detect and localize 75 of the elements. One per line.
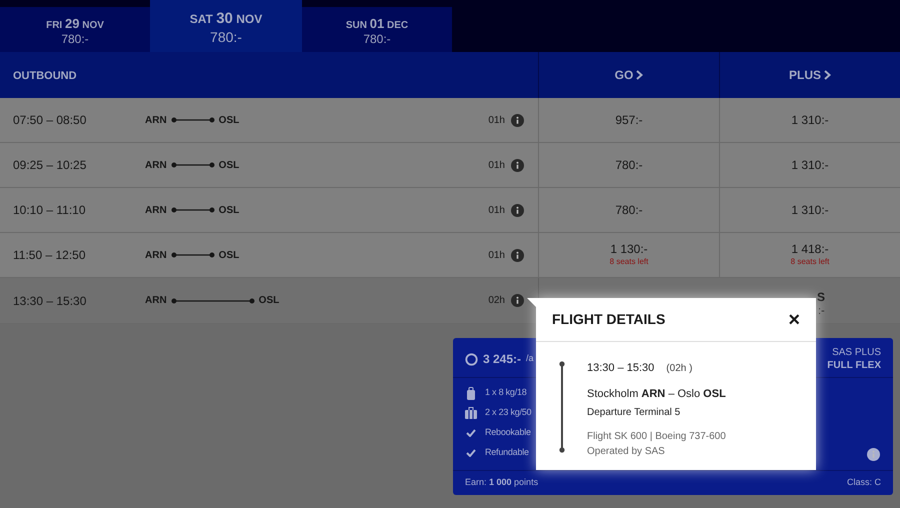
fare-price: 3 245:- (483, 351, 522, 368)
route-line-icon (170, 298, 255, 304)
airport-code: ARN (145, 114, 167, 128)
fare-brand: SAS PLUS (832, 346, 881, 359)
departure-times: 13:30 – 15:30 (13, 292, 88, 310)
flight-row[interactable]: 11:50 – 12:50 ARN OSL 01h 1 130:- 8 seats left 1 418:- 8 seats left (0, 233, 900, 278)
operator: Operated by SAS (587, 445, 666, 459)
fare-cell[interactable]: 780:- (538, 188, 719, 232)
fare-cell[interactable]: 1 310:- (719, 143, 900, 187)
airport-code: OSL (218, 204, 240, 218)
flight-number: Flight SK 600 | Boeing 737-600 (587, 430, 726, 444)
fare-feature: 2 x 23 kg/50 (485, 406, 532, 420)
fare-cell[interactable]: 780:- (538, 143, 719, 187)
airport-code: OSL (218, 248, 240, 262)
airport-code: ARN (145, 248, 167, 262)
airport-code: ARN (145, 204, 167, 218)
info-icon[interactable] (511, 204, 524, 216)
booking-class: Class: C (846, 476, 881, 490)
check-icon (466, 429, 476, 437)
seats-left-note: 8 seats left (610, 256, 648, 268)
route-line-icon (170, 252, 215, 258)
flight-times: 13:30 – 15:30 (587, 361, 654, 376)
flight-row[interactable]: 09:25 – 10:25 ARN OSL 01h 780:- 1 310:- (0, 143, 900, 188)
check-icon (466, 449, 476, 457)
chevron-right-icon (824, 70, 831, 80)
flight-duration: 01h (488, 204, 505, 218)
points-earned: Earn: 1 000 points (465, 476, 538, 490)
flight-duration: 01h (488, 114, 505, 128)
airport-code: ARN (145, 294, 167, 308)
flight-duration: 01h (488, 158, 505, 172)
flight-duration: (02h ) (666, 362, 692, 376)
radio-icon[interactable] (465, 352, 478, 366)
flight-row[interactable]: 07:50 – 08:50 ARN OSL 01h 957:- 1 310:- (0, 98, 900, 143)
info-icon[interactable] (867, 448, 880, 461)
route-line-icon (170, 117, 215, 123)
departure-times: 07:50 – 08:50 (13, 112, 88, 129)
info-icon[interactable] (511, 248, 524, 262)
price-unit: /a (526, 352, 534, 366)
flight-row[interactable]: 10:10 – 11:10 ARN OSL 01h 780:- 1 310:- (0, 188, 900, 233)
route-line-icon (170, 207, 215, 213)
date-tab[interactable]: FRI 29 NOV 780:- (0, 7, 150, 52)
airport-code: OSL (218, 114, 240, 128)
fare-column-label: S (817, 290, 826, 304)
bag-icon (466, 386, 476, 400)
departure-terminal: Departure Terminal 5 (587, 406, 682, 420)
date-tab[interactable]: SUN 01 DEC 780:- (302, 7, 452, 52)
fare-price: :- (817, 304, 826, 318)
fare-feature: Rebookable (485, 426, 531, 440)
timeline-icon (559, 361, 565, 453)
fare-feature: Refundable (485, 446, 529, 460)
column-header: OUTBOUND (12, 69, 78, 84)
suitcase-icon (465, 407, 477, 419)
flight-route: Stockholm ARN – Oslo OSL (587, 386, 726, 402)
fare-cell[interactable]: 1 310:- (719, 98, 900, 142)
info-icon[interactable] (511, 114, 524, 126)
date-tab[interactable]: SAT 30 NOV 780:- (150, 0, 302, 52)
info-icon[interactable] (511, 158, 524, 172)
airport-code: ARN (145, 158, 167, 172)
fare-type: FULL FLEX (827, 359, 881, 372)
flight-duration: 01h (488, 248, 505, 262)
departure-times: 11:50 – 12:50 (13, 247, 87, 264)
departure-times: 09:25 – 10:25 (13, 157, 88, 174)
fare-cell[interactable]: 1 418:- 8 seats left (719, 233, 900, 277)
seats-left-note: 8 seats left (790, 256, 830, 268)
fare-cell[interactable]: 1 130:- 8 seats left (538, 233, 719, 277)
flight-duration: 02h (488, 294, 505, 308)
airport-code: OSL (218, 158, 240, 172)
chevron-right-icon (636, 70, 644, 80)
route-line-icon (170, 162, 215, 168)
info-icon[interactable] (511, 294, 524, 307)
fare-cell[interactable]: 1 310:- (719, 188, 900, 232)
fare-feature: 1 x 8 kg/18 (485, 386, 527, 400)
fare-cell[interactable]: 957:- (538, 98, 719, 142)
departure-times: 10:10 – 11:10 (13, 202, 87, 219)
airport-code: OSL (258, 294, 280, 308)
